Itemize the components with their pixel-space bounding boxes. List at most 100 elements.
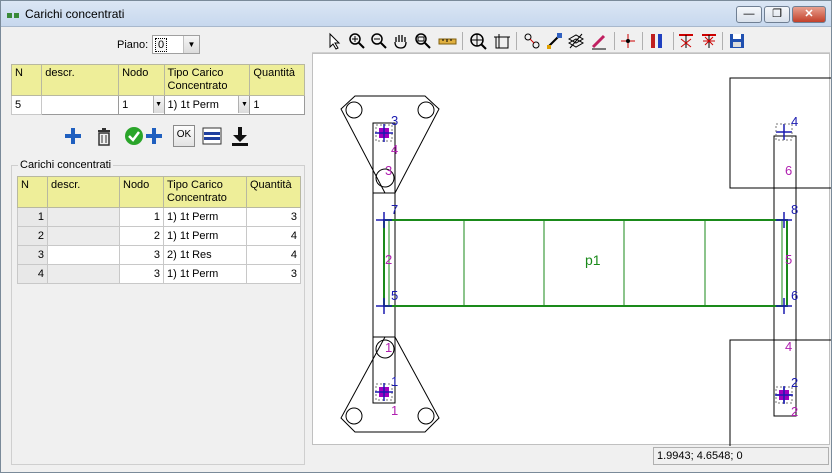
drawing-canvas[interactable]: p1 3 7 5 1 4 8 6 2 4 3 2 1 1 6 5 4 2 bbox=[312, 53, 832, 461]
edit-nodo-select[interactable]: 1 ▼ bbox=[118, 95, 165, 115]
edit-nodo-value: 1 bbox=[122, 99, 129, 111]
row-quantita[interactable]: 3 bbox=[246, 207, 301, 227]
row-descr[interactable] bbox=[47, 226, 120, 246]
element-label: 2 bbox=[791, 404, 798, 419]
carichi-table: N descr. Nodo Tipo Carico Concentrato Qu… bbox=[17, 176, 301, 284]
row-nodo[interactable]: 3 bbox=[119, 245, 164, 265]
element-label: 2 bbox=[385, 252, 392, 267]
chevron-down-icon[interactable]: ▼ bbox=[183, 36, 199, 53]
structure-drawing[interactable]: p1 3 7 5 1 4 8 6 2 4 3 2 1 1 6 5 4 2 bbox=[313, 54, 832, 461]
download-icon bbox=[232, 127, 248, 146]
row-nodo[interactable]: 3 bbox=[119, 264, 164, 284]
list-header-tipo[interactable]: Tipo Carico Concentrato bbox=[163, 176, 247, 208]
row-quantita[interactable]: 3 bbox=[246, 264, 301, 284]
node-label: 4 bbox=[791, 114, 798, 129]
chevron-down-icon[interactable]: ▼ bbox=[152, 96, 164, 113]
ok-button[interactable]: OK bbox=[173, 125, 195, 147]
piano-label: Piano: bbox=[117, 39, 149, 51]
zoom-in-icon[interactable] bbox=[347, 31, 367, 51]
element-label: 1 bbox=[385, 340, 392, 355]
table-row[interactable]: 1 1 1) 1t Perm 3 bbox=[17, 207, 301, 227]
drawing-toolbar bbox=[312, 29, 830, 53]
row-descr[interactable] bbox=[47, 245, 120, 265]
node-label: 7 bbox=[391, 202, 398, 217]
add-button[interactable] bbox=[61, 125, 85, 147]
list-header-descr[interactable]: descr. bbox=[47, 176, 120, 208]
confirm-add-button[interactable] bbox=[123, 125, 167, 147]
row-tipo[interactable]: 1) 1t Perm bbox=[163, 226, 247, 246]
layers-icon[interactable] bbox=[566, 31, 586, 51]
node-label: 5 bbox=[391, 288, 398, 303]
row-n: 2 bbox=[17, 226, 48, 246]
foundation-top bbox=[340, 95, 440, 194]
col-header-nodo[interactable]: Nodo bbox=[118, 64, 165, 96]
table-row[interactable]: 2 2 1) 1t Perm 4 bbox=[17, 226, 301, 246]
element-label: 1 bbox=[391, 403, 398, 418]
snap-point-icon[interactable] bbox=[618, 31, 638, 51]
minimize-button[interactable]: — bbox=[736, 6, 762, 23]
toolbar-separator bbox=[673, 32, 674, 50]
row-n: 1 bbox=[17, 207, 48, 227]
title-bar: Carichi concentrati — ❐ ✕ bbox=[1, 1, 831, 27]
close-button[interactable]: ✕ bbox=[792, 6, 826, 23]
left-panel: Piano: 0 ▼ N descr. Nodo Tipo Carico Con… bbox=[9, 29, 305, 466]
frame-icon[interactable] bbox=[492, 31, 512, 51]
confirm-add-icon bbox=[125, 127, 162, 145]
toolbar-separator bbox=[722, 32, 723, 50]
list-button[interactable] bbox=[201, 125, 223, 147]
edit-quantita-input[interactable]: 1 bbox=[249, 95, 305, 115]
row-quantita[interactable]: 4 bbox=[246, 226, 301, 246]
row-quantita[interactable]: 4 bbox=[246, 245, 301, 265]
row-n: 3 bbox=[17, 245, 48, 265]
row-descr[interactable] bbox=[47, 207, 120, 227]
tools-icon[interactable] bbox=[647, 31, 667, 51]
list-icon bbox=[202, 127, 222, 145]
element-label: 3 bbox=[385, 163, 392, 178]
select-pointer-icon[interactable] bbox=[324, 31, 344, 51]
row-tipo[interactable]: 1) 1t Perm bbox=[163, 264, 247, 284]
column-right bbox=[773, 135, 797, 417]
load-icon[interactable] bbox=[699, 31, 719, 51]
zoom-out-icon[interactable] bbox=[369, 31, 389, 51]
toolbar-separator bbox=[516, 32, 517, 50]
edit-descr-input[interactable] bbox=[41, 95, 120, 115]
delete-button[interactable] bbox=[93, 125, 115, 147]
zoom-extents-icon[interactable] bbox=[468, 31, 488, 51]
col-header-n[interactable]: N bbox=[10, 64, 43, 96]
pan-hand-icon[interactable] bbox=[391, 31, 411, 51]
piano-value: 0 bbox=[155, 38, 168, 52]
chevron-down-icon[interactable]: ▼ bbox=[238, 96, 250, 113]
download-button[interactable] bbox=[229, 125, 251, 147]
support-icon[interactable] bbox=[676, 31, 696, 51]
node-label: 1 bbox=[391, 374, 398, 389]
element-label: 4 bbox=[785, 339, 792, 354]
list-header-n[interactable]: N bbox=[17, 176, 48, 208]
list-header-quantita[interactable]: Quantità bbox=[246, 176, 301, 208]
col-header-descr[interactable]: descr. bbox=[41, 64, 120, 96]
col-header-tipo[interactable]: Tipo Carico Concentrato bbox=[163, 64, 251, 96]
row-tipo[interactable]: 2) 1t Res bbox=[163, 245, 247, 265]
row-nodo[interactable]: 1 bbox=[119, 207, 164, 227]
row-descr[interactable] bbox=[47, 264, 120, 284]
row-nodo[interactable]: 2 bbox=[119, 226, 164, 246]
main-window: Carichi concentrati — ❐ ✕ Piano: 0 ▼ N d… bbox=[0, 0, 832, 473]
row-tipo[interactable]: 1) 1t Perm bbox=[163, 207, 247, 227]
list-header-nodo[interactable]: Nodo bbox=[119, 176, 164, 208]
node-tool-icon[interactable] bbox=[522, 31, 542, 51]
maximize-button[interactable]: ❐ bbox=[764, 6, 790, 23]
pen-icon[interactable] bbox=[589, 31, 609, 51]
paint-brush-icon[interactable] bbox=[544, 31, 564, 51]
table-row[interactable]: 4 3 1) 1t Perm 3 bbox=[17, 264, 301, 284]
zoom-window-icon[interactable] bbox=[413, 31, 433, 51]
col-header-quantita[interactable]: Quantità bbox=[249, 64, 305, 96]
row-n: 4 bbox=[17, 264, 48, 284]
piano-select[interactable]: 0 ▼ bbox=[152, 35, 200, 54]
table-row[interactable]: 3 3 2) 1t Res 4 bbox=[17, 245, 301, 265]
add-icon bbox=[65, 128, 81, 144]
edit-tipo-select[interactable]: 1) 1t Perm ▼ bbox=[163, 95, 251, 115]
toolbar-separator bbox=[642, 32, 643, 50]
carichi-group: Carichi concentrati N descr. Nodo Tipo C… bbox=[11, 159, 305, 465]
ruler-icon[interactable] bbox=[437, 31, 457, 51]
node-label: 3 bbox=[391, 113, 398, 128]
save-icon[interactable] bbox=[727, 31, 747, 51]
